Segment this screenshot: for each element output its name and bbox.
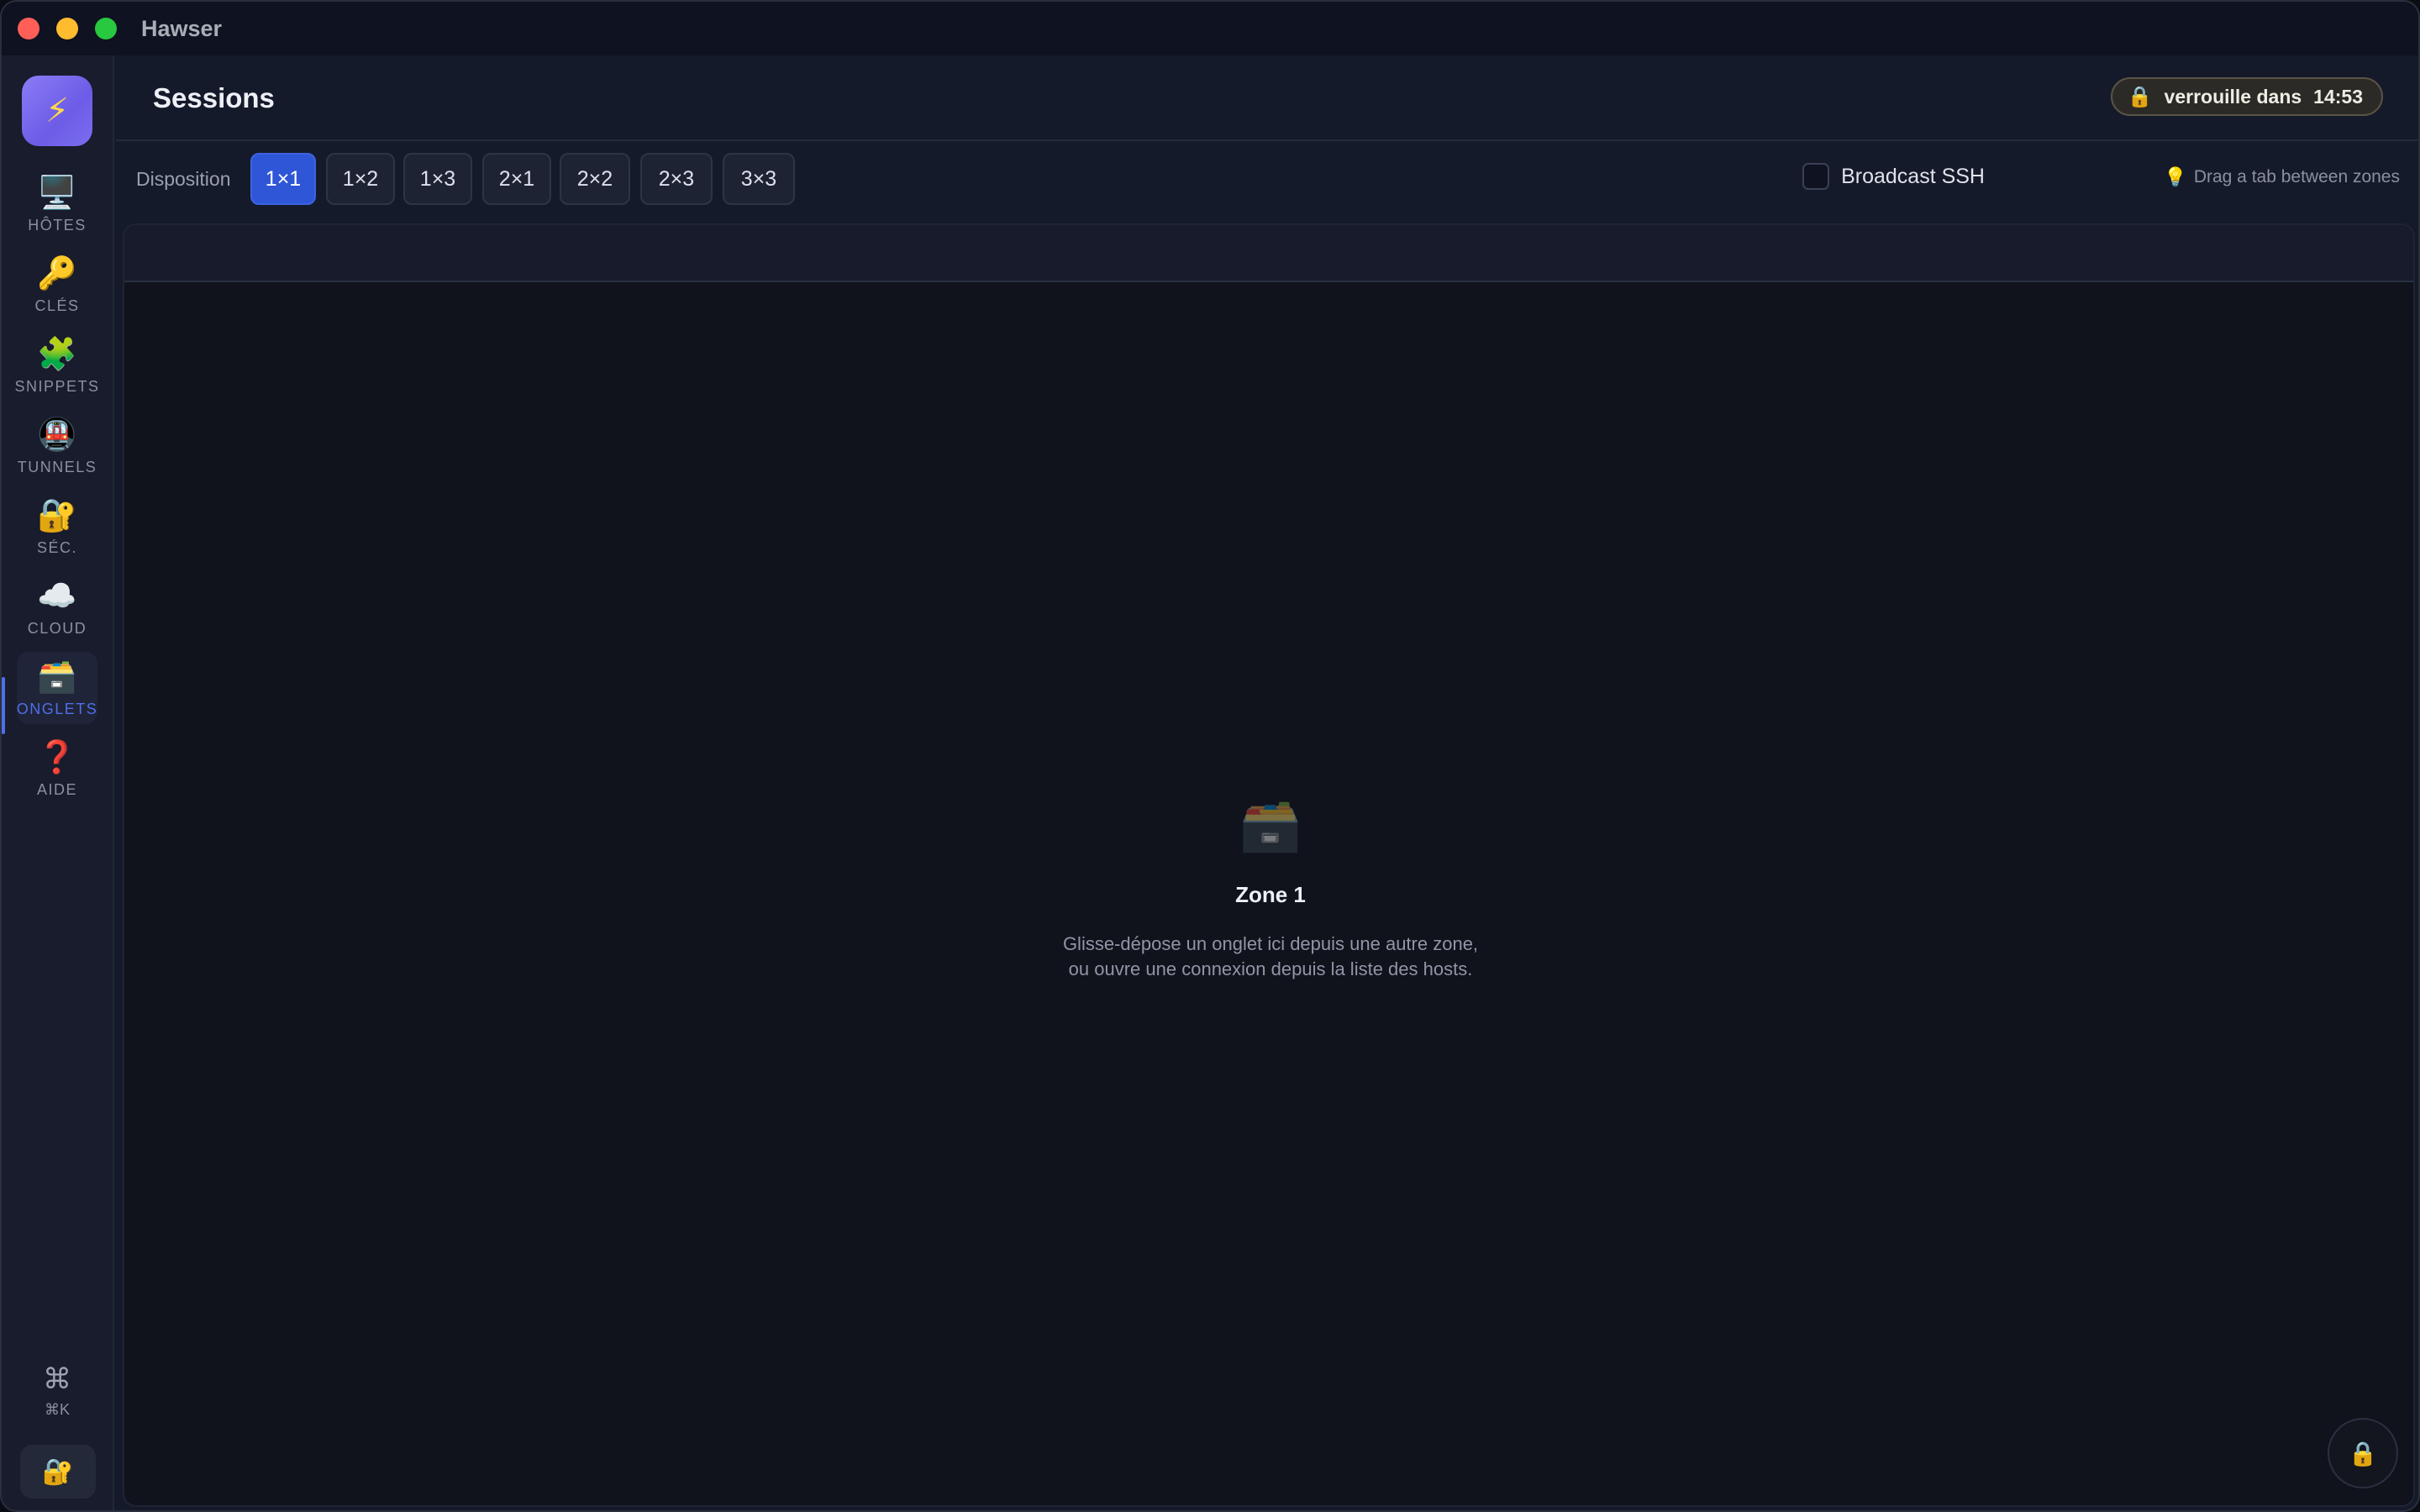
tunnel-icon: 🚇 bbox=[37, 417, 77, 453]
cloud-icon: ☁️ bbox=[37, 578, 77, 614]
lock-icon: 🔒 bbox=[2348, 1440, 2378, 1467]
layout-3x3-button[interactable]: 3×3 bbox=[723, 153, 795, 205]
command-icon: ⌘ bbox=[43, 1363, 71, 1395]
auto-lock-label: verrouille dans bbox=[2164, 85, 2302, 108]
question-icon: ❓ bbox=[37, 739, 77, 775]
layout-1x3-button[interactable]: 1×3 bbox=[403, 153, 472, 205]
broadcast-ssh-toggle[interactable]: Broadcast SSH bbox=[1802, 163, 1985, 190]
sidebar-item-securite[interactable]: 🔐 SÉC. bbox=[17, 491, 97, 563]
title-bar: Hawser bbox=[2, 2, 2418, 55]
zone-title: Zone 1 bbox=[1235, 882, 1306, 907]
zone-empty-state: 🗃️ Zone 1 Glisse-dépose un onglet ici de… bbox=[1060, 793, 1481, 982]
zone-tab-bar[interactable] bbox=[124, 225, 2413, 282]
page-title: Sessions bbox=[153, 82, 275, 113]
sidebar-item-label: SÉC. bbox=[36, 538, 77, 556]
layout-2x1-button[interactable]: 2×1 bbox=[482, 153, 551, 205]
key-icon: 🔑 bbox=[37, 255, 77, 291]
drag-hint-text: Drag a tab between zones bbox=[2193, 167, 2400, 186]
sidebar: ⚡ 🖥️ HÔTES 🔑 CLÉS 🧩 SNIPPETS 🚇 TUNNELS 🔐… bbox=[2, 55, 114, 1510]
broadcast-ssh-checkbox[interactable] bbox=[1802, 163, 1830, 190]
lock-icon: 🔒 bbox=[2127, 85, 2153, 108]
app-logo[interactable]: ⚡ bbox=[22, 76, 92, 146]
lock-key-icon: 🔐 bbox=[42, 1457, 74, 1486]
puzzle-icon: 🧩 bbox=[37, 336, 77, 372]
layout-1x2-button[interactable]: 1×2 bbox=[326, 153, 395, 205]
layout-2x2-button[interactable]: 2×2 bbox=[560, 153, 630, 205]
sidebar-item-label: HÔTES bbox=[28, 216, 87, 234]
app-window: Hawser ⚡ 🖥️ HÔTES 🔑 CLÉS 🧩 SNIPPETS 🚇 TU… bbox=[0, 0, 2420, 1512]
sidebar-item-label: TUNNELS bbox=[17, 458, 97, 475]
page-header: Sessions 🔒 verrouille dans 14:53 bbox=[116, 55, 2418, 141]
maximize-window-button[interactable] bbox=[95, 18, 117, 39]
zone-description: Glisse-dépose un onglet ici depuis une a… bbox=[1062, 933, 1479, 979]
active-nav-indicator bbox=[2, 677, 5, 734]
auto-lock-badge[interactable]: 🔒 verrouille dans 14:53 bbox=[2110, 77, 2383, 116]
sidebar-item-label: AIDE bbox=[36, 780, 77, 798]
sidebar-item-tunnels[interactable]: 🚇 TUNNELS bbox=[17, 410, 97, 482]
sidebar-item-onglets[interactable]: 🗃️ ONGLETS bbox=[17, 652, 97, 724]
card-box-icon: 🗃️ bbox=[1239, 797, 1302, 853]
lock-key-icon: 🔐 bbox=[37, 497, 77, 533]
sidebar-item-label: SNIPPETS bbox=[14, 377, 100, 395]
sidebar-item-cles[interactable]: 🔑 CLÉS bbox=[17, 249, 97, 321]
drag-hint: 💡 Drag a tab between zones bbox=[2164, 166, 2400, 188]
layout-2x3-button[interactable]: 2×3 bbox=[640, 153, 713, 205]
card-box-icon: 🗃️ bbox=[37, 659, 77, 695]
sidebar-item-label: CLÉS bbox=[34, 297, 80, 314]
minimize-window-button[interactable] bbox=[56, 18, 78, 39]
lightbulb-icon: 💡 bbox=[2164, 166, 2187, 187]
close-window-button[interactable] bbox=[18, 18, 39, 39]
lock-app-button[interactable]: 🔐 bbox=[20, 1445, 96, 1499]
layout-1x1-button[interactable]: 1×1 bbox=[250, 153, 316, 205]
auto-lock-timer: 14:53 bbox=[2313, 85, 2363, 108]
sidebar-item-aide[interactable]: ❓ AIDE bbox=[17, 732, 97, 805]
lightning-icon: ⚡ bbox=[45, 92, 70, 129]
broadcast-ssh-label: Broadcast SSH bbox=[1841, 164, 1985, 188]
zone-lock-button[interactable]: 🔒 bbox=[2328, 1418, 2398, 1488]
sidebar-item-label: ONGLETS bbox=[16, 700, 98, 717]
command-shortcut-label: ⌘K bbox=[44, 1401, 70, 1418]
sidebar-item-snippets[interactable]: 🧩 SNIPPETS bbox=[14, 329, 100, 402]
disposition-label: Disposition bbox=[136, 168, 231, 190]
command-palette-button[interactable]: ⌘ ⌘K bbox=[17, 1362, 97, 1430]
sidebar-item-hotes[interactable]: 🖥️ HÔTES bbox=[17, 168, 97, 240]
session-zone[interactable]: 🗃️ Zone 1 Glisse-dépose un onglet ici de… bbox=[123, 223, 2415, 1507]
layout-toolbar: Disposition 1×1 1×2 1×3 2×1 2×2 2×3 3×3 … bbox=[116, 143, 2418, 217]
sidebar-item-cloud[interactable]: ☁️ CLOUD bbox=[17, 571, 97, 643]
app-title: Hawser bbox=[141, 16, 223, 41]
monitor-icon: 🖥️ bbox=[37, 175, 77, 211]
sidebar-item-label: CLOUD bbox=[27, 619, 87, 637]
